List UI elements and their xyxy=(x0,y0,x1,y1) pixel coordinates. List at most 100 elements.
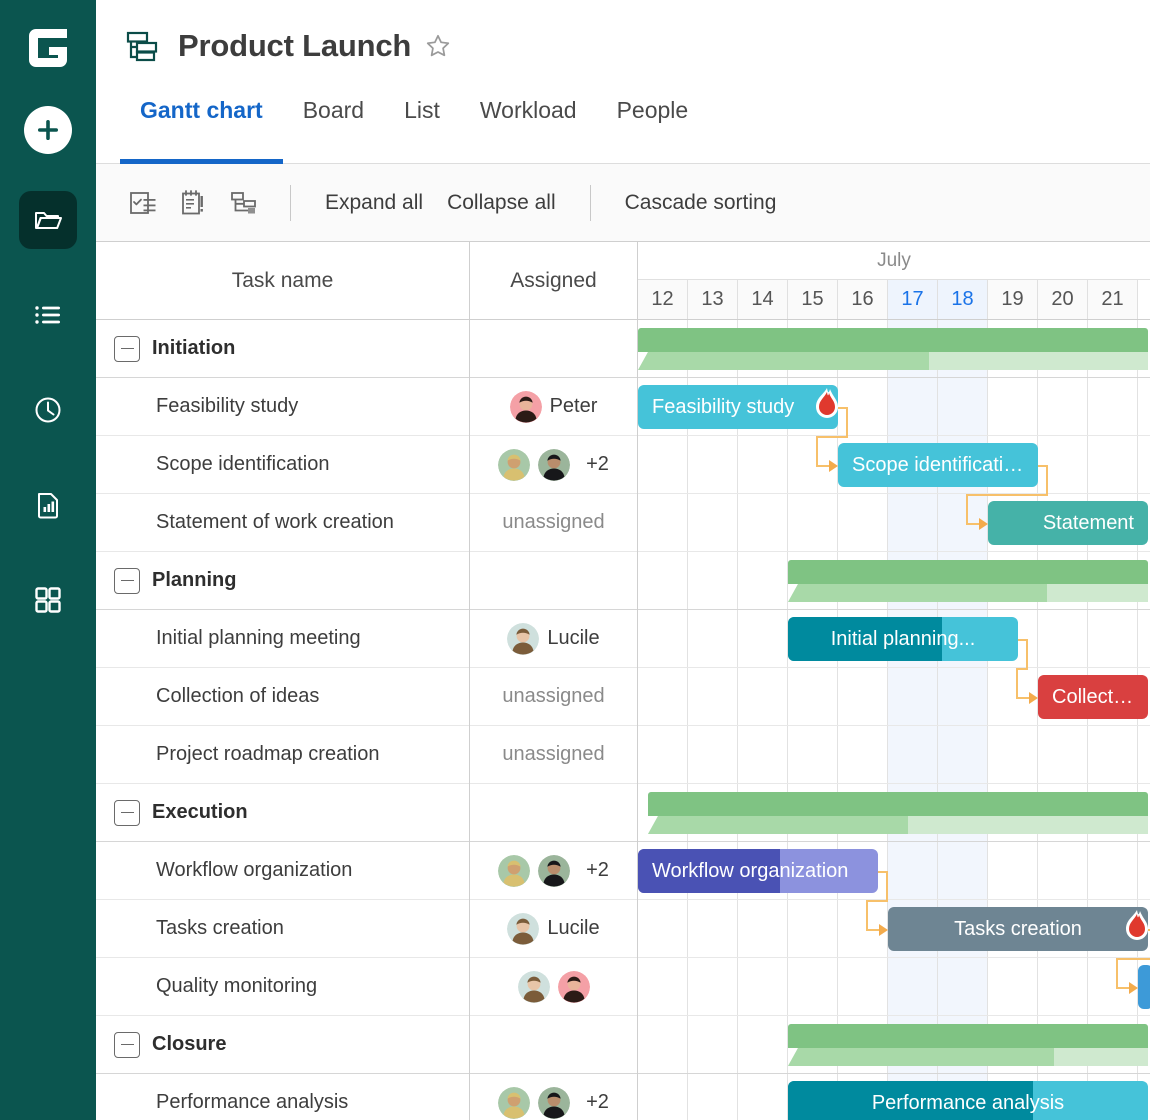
assigned-row[interactable] xyxy=(470,1016,637,1074)
assigned-row[interactable] xyxy=(470,784,637,842)
assigned-row[interactable]: Lucile xyxy=(470,900,637,958)
assigned-cell: unassigned xyxy=(470,726,637,783)
fire-flag-icon[interactable] xyxy=(810,387,844,425)
table-row[interactable]: Scope identification xyxy=(96,436,469,494)
add-button[interactable] xyxy=(24,106,72,154)
collapse-all-button[interactable]: Collapse all xyxy=(435,191,568,215)
gantt-summary-bar[interactable] xyxy=(648,792,1148,834)
timeline-day-16[interactable]: 16 xyxy=(838,280,888,319)
gantt-chart-body[interactable]: Feasibility study Scope identification St… xyxy=(638,320,1150,1120)
avatar[interactable] xyxy=(518,971,550,1003)
checklist-icon[interactable] xyxy=(118,180,168,226)
avatar[interactable] xyxy=(507,623,539,655)
timeline-day-17[interactable]: 17 xyxy=(888,280,938,319)
hierarchy-icon[interactable] xyxy=(218,180,268,226)
ganttpro-logo[interactable] xyxy=(22,22,74,74)
gantt-task-bar[interactable]: Tasks creation xyxy=(888,907,1148,951)
cascade-sorting-button[interactable]: Cascade sorting xyxy=(613,191,789,215)
table-row[interactable]: Feasibility study xyxy=(96,378,469,436)
gantt-task-bar[interactable]: Statement xyxy=(988,501,1148,545)
assigned-row[interactable]: unassigned xyxy=(470,494,637,552)
collapse-toggle-icon[interactable] xyxy=(114,800,140,826)
assigned-row[interactable]: +2 xyxy=(470,1074,637,1120)
fire-flag-icon[interactable] xyxy=(1120,909,1150,947)
collapse-toggle-icon[interactable] xyxy=(114,336,140,362)
gantt-summary-bar[interactable] xyxy=(788,1024,1148,1066)
assigned-row[interactable]: unassigned xyxy=(470,668,637,726)
sidebar-item-projects[interactable] xyxy=(19,191,77,249)
tab-list[interactable]: List xyxy=(384,92,460,163)
table-row[interactable]: Collection of ideas xyxy=(96,668,469,726)
summary-bar-progress xyxy=(788,584,1047,602)
sidebar-item-reports[interactable] xyxy=(19,476,77,534)
gantt-summary-bar[interactable] xyxy=(788,560,1148,602)
task-group-row[interactable]: Execution xyxy=(96,784,469,842)
assigned-row[interactable]: Peter xyxy=(470,378,637,436)
star-icon[interactable] xyxy=(425,33,451,59)
table-row[interactable]: Quality monitoring xyxy=(96,958,469,1016)
table-row[interactable]: Tasks creation xyxy=(96,900,469,958)
gantt-summary-bar[interactable] xyxy=(638,328,1148,370)
summary-bar-progress xyxy=(788,1048,1054,1066)
gantt-task-bar[interactable]: Scope identification xyxy=(838,443,1038,487)
task-cell: Closure xyxy=(96,1016,226,1073)
assigned-row[interactable] xyxy=(470,552,637,610)
timeline-day-12[interactable]: 12 xyxy=(638,280,688,319)
grid-line-vertical xyxy=(737,320,738,1120)
avatar[interactable] xyxy=(507,913,539,945)
gantt-task-bar[interactable]: Initial planning... xyxy=(788,617,1018,661)
task-group-row[interactable]: Initiation xyxy=(96,320,469,378)
task-bar-label: Initial planning... xyxy=(788,628,1018,651)
timeline-day-20[interactable]: 20 xyxy=(1038,280,1088,319)
assigned-row[interactable]: +2 xyxy=(470,842,637,900)
avatar[interactable] xyxy=(498,1087,530,1119)
table-row[interactable]: Project roadmap creation xyxy=(96,726,469,784)
clipboard-alert-icon[interactable] xyxy=(168,180,218,226)
task-group-row[interactable]: Closure xyxy=(96,1016,469,1074)
gantt-task-bar[interactable]: Quality monitoring xyxy=(1138,965,1150,1009)
avatar[interactable] xyxy=(558,971,590,1003)
assigned-row[interactable] xyxy=(470,958,637,1016)
timeline-day-21[interactable]: 21 xyxy=(1088,280,1138,319)
collapse-toggle-icon[interactable] xyxy=(114,568,140,594)
gantt-task-bar[interactable]: Collection of xyxy=(1038,675,1148,719)
assigned-row[interactable]: Lucile xyxy=(470,610,637,668)
grid-icon xyxy=(32,584,64,616)
assigned-row[interactable] xyxy=(470,320,637,378)
avatar[interactable] xyxy=(498,449,530,481)
table-row[interactable]: Workflow organization xyxy=(96,842,469,900)
expand-all-button[interactable]: Expand all xyxy=(313,191,435,215)
task-bar-label: Scope identification xyxy=(838,454,1038,477)
sidebar-item-apps[interactable] xyxy=(19,571,77,629)
timeline-day-13[interactable]: 13 xyxy=(688,280,738,319)
timeline-day-19[interactable]: 19 xyxy=(988,280,1038,319)
table-row[interactable]: Statement of work creation xyxy=(96,494,469,552)
table-row[interactable]: Initial planning meeting xyxy=(96,610,469,668)
assigned-cell: unassigned xyxy=(470,668,637,725)
tab-people[interactable]: People xyxy=(597,92,709,163)
gantt-task-bar[interactable]: Performance analysis xyxy=(788,1081,1148,1120)
gantt-task-bar[interactable]: Workflow organization xyxy=(638,849,878,893)
sidebar-item-tasks[interactable] xyxy=(19,286,77,344)
timeline-day-14[interactable]: 14 xyxy=(738,280,788,319)
assigned-rows: Peter +2unassigned Lucileunassignedunass… xyxy=(470,320,637,1120)
task-group-row[interactable]: Planning xyxy=(96,552,469,610)
avatar[interactable] xyxy=(510,391,542,423)
avatar[interactable] xyxy=(498,855,530,887)
avatar[interactable] xyxy=(538,855,570,887)
gantt-task-bar[interactable]: Feasibility study xyxy=(638,385,838,429)
table-row[interactable]: Performance analysis xyxy=(96,1074,469,1120)
avatar[interactable] xyxy=(538,1087,570,1119)
timeline-day-18[interactable]: 18 xyxy=(938,280,988,319)
collapse-toggle-icon[interactable] xyxy=(114,1032,140,1058)
tab-gantt-chart[interactable]: Gantt chart xyxy=(120,92,283,163)
tab-board[interactable]: Board xyxy=(283,92,384,163)
sidebar-item-time[interactable] xyxy=(19,381,77,439)
summary-bar-top xyxy=(788,1024,1148,1048)
timeline-day-15[interactable]: 15 xyxy=(788,280,838,319)
task-cell: Performance analysis xyxy=(96,1074,348,1120)
avatar[interactable] xyxy=(538,449,570,481)
assigned-row[interactable]: +2 xyxy=(470,436,637,494)
tab-workload[interactable]: Workload xyxy=(460,92,597,163)
assigned-row[interactable]: unassigned xyxy=(470,726,637,784)
